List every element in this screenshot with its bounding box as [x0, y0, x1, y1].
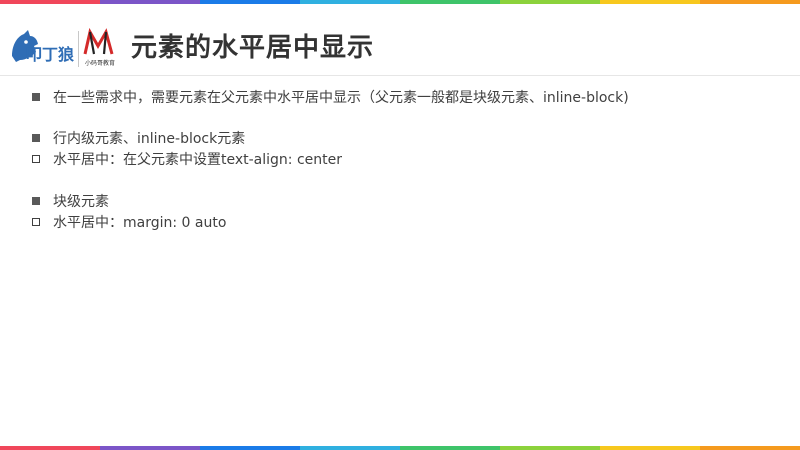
list-item-text: 在一些需求中，需要元素在父元素中水平居中显示（父元素一般都是块级元素、inlin…: [53, 90, 629, 106]
slide-title: 元素的水平居中显示: [131, 33, 375, 63]
slide-header: 叩丁狼 小码哥教育 元素的水平居中显示: [0, 4, 800, 76]
list-item: 水平居中：在父元素中设置text-align: center: [32, 149, 342, 169]
m-letter-logo-icon: 小码哥教育: [83, 28, 115, 67]
stripe-segment: [200, 446, 300, 450]
stripe-segment: [700, 446, 800, 450]
list-item-text: 块级元素: [53, 194, 109, 210]
stripe-segment: [500, 446, 600, 450]
stripe-segment: [100, 446, 200, 450]
bottom-color-stripe: [0, 446, 800, 450]
list-item: 在一些需求中，需要元素在父元素中水平居中显示（父元素一般都是块级元素、inlin…: [32, 87, 629, 107]
stripe-segment: [0, 446, 100, 450]
list-item: 行内级元素、inline-block元素: [32, 128, 245, 148]
wolf-head-logo-icon: 叩丁狼: [12, 30, 74, 64]
list-item-text: 水平居中：margin: 0 auto: [53, 215, 227, 231]
hollow-square-bullet-icon: [32, 218, 40, 226]
logo-divider: [78, 31, 79, 67]
filled-square-bullet-icon: [32, 134, 40, 142]
brand1-text: 叩丁狼: [26, 45, 74, 64]
stripe-segment: [400, 446, 500, 450]
brand2-text: 小码哥教育: [85, 59, 115, 67]
stripe-segment: [600, 446, 700, 450]
hollow-square-bullet-icon: [32, 155, 40, 163]
list-item-text: 水平居中：在父元素中设置text-align: center: [53, 152, 343, 168]
list-item-text: 行内级元素、inline-block元素: [53, 131, 246, 147]
filled-square-bullet-icon: [32, 93, 40, 101]
list-item: 水平居中：margin: 0 auto: [32, 212, 226, 232]
header-divider: [0, 75, 800, 76]
filled-square-bullet-icon: [32, 197, 40, 205]
stripe-segment: [300, 446, 400, 450]
list-item: 块级元素: [32, 191, 109, 211]
